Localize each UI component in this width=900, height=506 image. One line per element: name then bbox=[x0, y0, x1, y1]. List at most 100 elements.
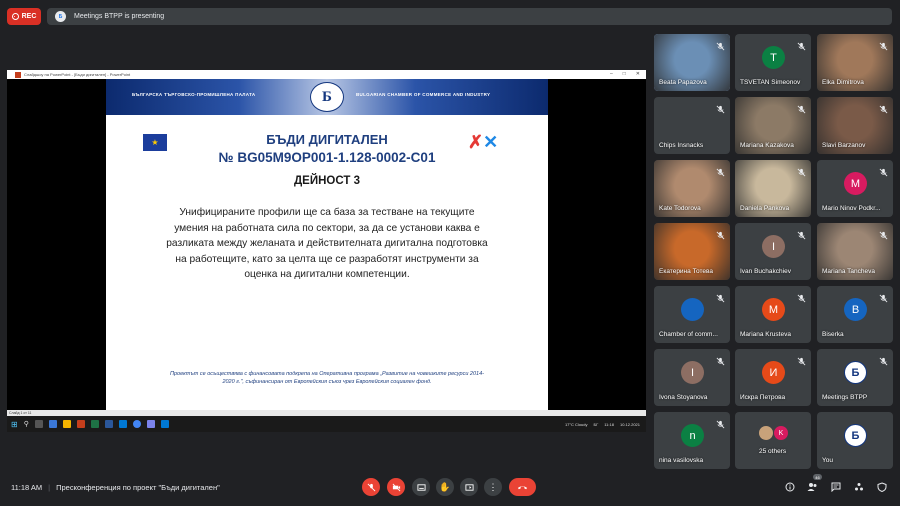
participant-name: Daniela Pankova bbox=[740, 205, 790, 212]
chat-button[interactable] bbox=[829, 480, 842, 493]
participant-tile[interactable]: M Mariana Krusteva bbox=[735, 286, 811, 343]
excel-icon[interactable] bbox=[90, 420, 99, 428]
avatar: I bbox=[681, 361, 704, 384]
mic-off-icon bbox=[716, 101, 725, 114]
more-options-button[interactable]: ⋮ bbox=[484, 478, 502, 496]
slide-body: Унифицираните профили ще са база за тест… bbox=[166, 207, 488, 280]
participant-tile[interactable]: И Искра Петрова bbox=[735, 349, 811, 406]
word-icon[interactable] bbox=[104, 420, 113, 428]
participant-tile[interactable]: Екатерина Тотева bbox=[654, 223, 730, 280]
slide: БЪЛГАРСКА ТЪРГОВСКО-ПРОМИШЛЕНА ПАЛАТА Б … bbox=[106, 79, 548, 410]
chat-icon bbox=[831, 482, 840, 492]
participant-tile[interactable]: Chamber of comm... bbox=[654, 286, 730, 343]
participant-tile[interactable]: Daniela Pankova bbox=[735, 160, 811, 217]
slide-title-1: БЪДИ ДИГИТАЛЕН bbox=[266, 132, 388, 147]
slide-footer: Проектът се осъществява с финансовата по… bbox=[169, 371, 484, 385]
shared-screen: Слайдшоу на PowerPoint - [Бъди дигитален… bbox=[7, 70, 646, 432]
activities-icon bbox=[854, 482, 863, 490]
avatar bbox=[681, 298, 704, 321]
participant-tile[interactable]: Slavi Barzanov bbox=[817, 97, 893, 154]
participant-name: Екатерина Тотева bbox=[659, 268, 714, 275]
participant-tile[interactable]: T TSVETAN Simeonov bbox=[735, 34, 811, 91]
close-icon[interactable]: ✕ bbox=[636, 70, 640, 79]
chamber-logo-avatar: Б bbox=[844, 361, 867, 384]
shield-icon bbox=[877, 481, 886, 492]
teams-icon[interactable] bbox=[146, 420, 155, 428]
participant-name: Kate Todorova bbox=[659, 205, 701, 212]
participant-name: Ivona Stoyanova bbox=[659, 394, 708, 401]
mail-icon[interactable] bbox=[160, 420, 169, 428]
participant-tile[interactable]: Beata Papazova bbox=[654, 34, 730, 91]
banner-left-text: БЪЛГАРСКА ТЪРГОВСКО-ПРОМИШЛЕНА ПАЛАТА bbox=[132, 92, 256, 97]
avatar: T bbox=[762, 46, 785, 69]
people-button[interactable] bbox=[806, 480, 819, 493]
powerpoint-taskbar-icon[interactable] bbox=[76, 420, 85, 428]
minimize-icon[interactable]: – bbox=[610, 70, 613, 79]
camera-off-icon bbox=[392, 483, 400, 491]
bottom-bar: 11:18 AM | Пресконференция по проект "Бъ… bbox=[0, 468, 900, 506]
maximize-icon[interactable]: □ bbox=[623, 70, 626, 79]
participant-tile[interactable]: I Ivona Stoyanova bbox=[654, 349, 730, 406]
participant-tile[interactable]: n nina vasilovska bbox=[654, 412, 730, 469]
participant-tile[interactable]: Elka Dimitrova bbox=[817, 34, 893, 91]
record-icon bbox=[11, 13, 19, 20]
info-icon bbox=[785, 482, 794, 491]
divider: | bbox=[48, 483, 51, 492]
hand-icon: ✋ bbox=[439, 481, 451, 492]
chamber-logo-avatar: Б bbox=[844, 424, 867, 447]
participant-name: nina vasilovska bbox=[659, 457, 704, 464]
participant-tile[interactable]: Mariana Kazakova bbox=[735, 97, 811, 154]
task-view-icon[interactable] bbox=[34, 420, 43, 428]
participant-tile[interactable]: M Mario Ninov Podkr... bbox=[817, 160, 893, 217]
rec-label: REC bbox=[21, 13, 37, 20]
captions-button[interactable] bbox=[412, 478, 430, 496]
participant-tile[interactable]: Mariana Tancheva bbox=[817, 223, 893, 280]
chamber-logo: Б bbox=[310, 82, 344, 112]
chrome-icon[interactable] bbox=[132, 420, 141, 428]
activities-button[interactable] bbox=[852, 480, 865, 493]
participant-name: Mariana Krusteva bbox=[740, 331, 791, 338]
host-controls-button[interactable] bbox=[875, 480, 888, 493]
powerpoint-titlebar: Слайдшоу на PowerPoint - [Бъди дигитален… bbox=[7, 70, 646, 79]
participant-name: You bbox=[822, 457, 833, 464]
participant-tile[interactable]: Kate Todorova bbox=[654, 160, 730, 217]
participant-name: Biserka bbox=[822, 331, 844, 338]
presenter-avatar: Б bbox=[55, 11, 66, 22]
meeting-info: 11:18 AM | Пресконференция по проект "Бъ… bbox=[11, 483, 220, 492]
meeting-details-button[interactable] bbox=[783, 480, 796, 493]
mic-toggle-button[interactable] bbox=[362, 478, 380, 496]
edge-icon[interactable] bbox=[48, 420, 57, 428]
avatar: B bbox=[844, 298, 867, 321]
participant-name: Chamber of comm... bbox=[659, 331, 718, 338]
participant-tile[interactable]: Chips Insnacks bbox=[654, 97, 730, 154]
mic-off-icon bbox=[797, 164, 806, 177]
slide-title-2: № BG05M9OP001-1.128-0002-C01 bbox=[218, 150, 436, 165]
participant-tile[interactable]: I Ivan Buchakchiev bbox=[735, 223, 811, 280]
search-icon[interactable]: ⚲ bbox=[24, 420, 29, 428]
participant-tile[interactable]: Б Meetings BTPP bbox=[817, 349, 893, 406]
more-vert-icon: ⋮ bbox=[488, 481, 498, 492]
participant-name: Chips Insnacks bbox=[659, 142, 704, 149]
clock-date: 10.12.2021 bbox=[619, 421, 640, 427]
slide-area: БЪЛГАРСКА ТЪРГОВСКО-ПРОМИШЛЕНА ПАЛАТА Б … bbox=[7, 79, 646, 421]
avatar: И bbox=[762, 361, 785, 384]
present-button[interactable] bbox=[460, 478, 478, 496]
mic-off-icon bbox=[797, 227, 806, 240]
system-tray: 17°C Cloudy БГ 11:18 10.12.2021 bbox=[565, 422, 646, 427]
windows-start-icon[interactable]: ⊞ bbox=[11, 420, 18, 429]
avatar: M bbox=[762, 298, 785, 321]
participant-tile[interactable]: K 25 others bbox=[735, 412, 811, 469]
mic-off-icon bbox=[716, 353, 725, 366]
outlook-icon[interactable] bbox=[118, 420, 127, 428]
raise-hand-button[interactable]: ✋ bbox=[436, 478, 454, 496]
explorer-icon[interactable] bbox=[62, 420, 71, 428]
presenting-banner: Б Meetings BTPP is presenting bbox=[47, 8, 892, 25]
avatar bbox=[759, 426, 773, 440]
weather-text: 17°C Cloudy bbox=[564, 421, 588, 427]
camera-toggle-button[interactable] bbox=[387, 478, 405, 496]
participant-tile[interactable]: Б You bbox=[817, 412, 893, 469]
leave-call-button[interactable] bbox=[509, 478, 536, 496]
mic-off-icon bbox=[797, 38, 806, 51]
participant-tile[interactable]: B Biserka bbox=[817, 286, 893, 343]
mic-off-icon bbox=[797, 101, 806, 114]
